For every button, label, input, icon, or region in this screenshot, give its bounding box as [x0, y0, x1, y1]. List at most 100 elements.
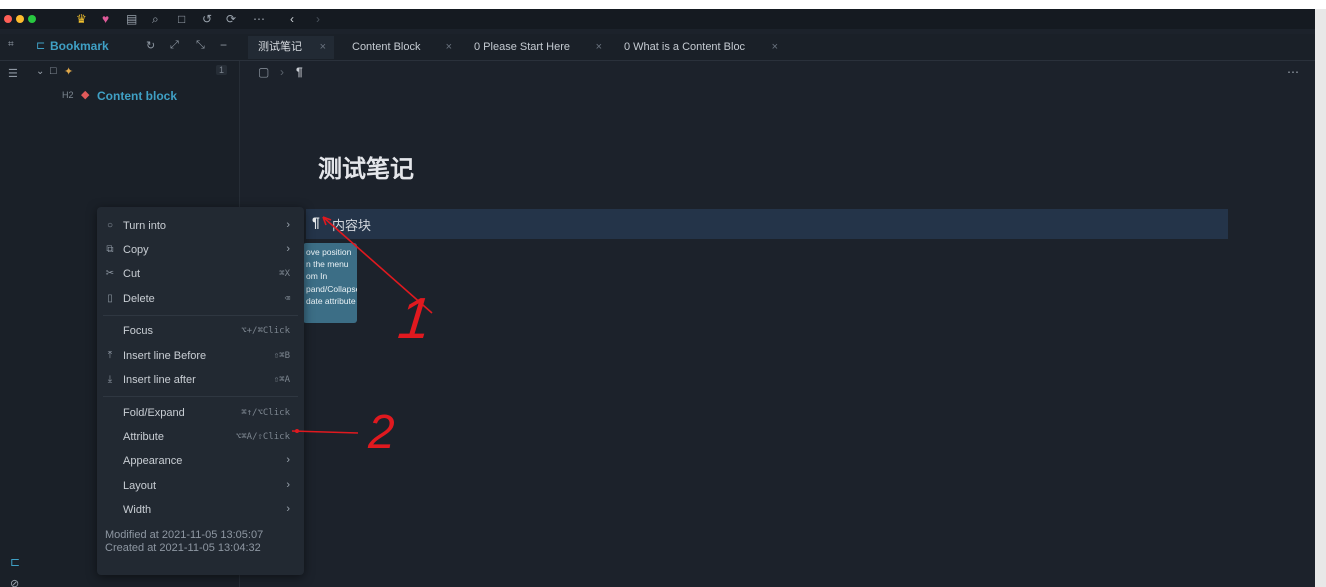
created-timestamp: Created at 2021-11-05 13:04:32	[105, 542, 261, 554]
sync-icon[interactable]: ⟳	[226, 11, 236, 27]
close-window-icon[interactable]	[4, 15, 12, 23]
close-tab-icon[interactable]: ×	[596, 36, 602, 59]
content-block[interactable]	[306, 209, 1228, 239]
circle-icon: ○	[106, 220, 114, 231]
menu-item-layout[interactable]: Layout ›	[97, 476, 304, 498]
document-title[interactable]: 测试笔记	[318, 149, 414, 184]
tab-test-note[interactable]: 测试笔记 ×	[248, 36, 334, 59]
bookmark-count-badge: 1	[216, 65, 228, 75]
menu-item-shortcut: ⌘↑/⌥Click	[241, 408, 290, 418]
tooltip-line: date attribute	[306, 295, 356, 306]
tab-content-block[interactable]: Content Block ×	[342, 36, 460, 59]
history-icon[interactable]: ↺	[202, 11, 212, 27]
menu-item-cut[interactable]: ✂ Cut ⌘X	[97, 264, 304, 286]
menu-item-shortcut: ⇧⌘B	[273, 351, 290, 361]
menu-divider	[103, 396, 298, 397]
menu-item-insert-after[interactable]: ⤓ Insert line after ⇧⌘A	[97, 370, 304, 392]
trash-icon: ▯	[107, 293, 113, 304]
chevron-right-icon: ›	[286, 479, 290, 491]
expand-icon[interactable]: ⤢	[170, 39, 179, 52]
minimize-panel-icon[interactable]: −	[220, 38, 227, 52]
menu-item-insert-before[interactable]: ⤒ Insert line Before ⇧⌘B	[97, 346, 304, 368]
tab-please-start-here[interactable]: 0 Please Start Here ×	[464, 36, 610, 59]
breadcrumb-paragraph[interactable]: ¶	[296, 65, 303, 79]
insert-after-icon: ⤓	[107, 374, 113, 385]
menu-item-label: Copy	[123, 244, 149, 256]
tag-dock-icon[interactable]: ⊘	[10, 577, 19, 587]
crown-icon[interactable]: ♛	[76, 11, 87, 27]
chevron-right-icon: ›	[286, 243, 290, 255]
collapse-icon[interactable]: ⤡	[196, 39, 205, 52]
menu-item-label: Attribute	[123, 431, 164, 443]
menu-item-width[interactable]: Width ›	[97, 500, 304, 522]
doc-tree-icon[interactable]: ☰	[8, 67, 18, 80]
block-context-menu: ○ Turn into › ⧉ Copy › ✂ Cut ⌘X ▯ Delete…	[97, 207, 304, 575]
menu-item-delete[interactable]: ▯ Delete ⌫	[97, 289, 304, 311]
close-tab-icon[interactable]: ×	[772, 36, 778, 59]
menu-item-appearance[interactable]: Appearance ›	[97, 451, 304, 473]
menu-item-fold-expand[interactable]: Fold/Expand ⌘↑/⌥Click	[97, 403, 304, 425]
outline-icon[interactable]: ⌗	[8, 39, 14, 50]
menu-item-label: Focus	[123, 325, 153, 337]
sidebar-panel-title: Bookmark	[50, 39, 109, 53]
menu-item-label: Layout	[123, 480, 157, 492]
search-icon[interactable]: ⌕	[152, 11, 159, 27]
heading-level-badge: H2	[62, 90, 74, 100]
tab-bar: ⌗ ⊏ Bookmark ↻ ⤢ ⤡ − 测试笔记 × Content Bloc…	[0, 34, 1315, 61]
menu-item-shortcut: ⌥⌘A/⇧Click	[235, 432, 290, 442]
cut-icon: ✂	[105, 268, 115, 279]
menu-item-copy[interactable]: ⧉ Copy ›	[97, 240, 304, 262]
window-edge	[1315, 9, 1326, 587]
tooltip-line: om In	[306, 271, 328, 282]
tab-label: 0 What is a Content Bloc	[624, 41, 746, 53]
back-icon[interactable]: ‹	[290, 11, 294, 27]
menu-item-shortcut: ⇧⌘A	[273, 375, 290, 385]
bookmark-icon: ⊏	[36, 40, 46, 52]
close-tab-icon[interactable]: ×	[446, 36, 452, 59]
chevron-right-icon: ›	[286, 454, 290, 466]
more-icon[interactable]: ⋯	[253, 11, 265, 27]
tooltip-line: ove position	[306, 247, 352, 257]
bookmark-item-label: Content block	[97, 89, 177, 103]
block-timestamps: Modified at 2021-11-05 13:05:07 Created …	[105, 529, 263, 555]
minimize-window-icon[interactable]	[16, 15, 24, 23]
chevron-right-icon: ›	[286, 219, 290, 231]
menu-item-shortcut: ⌥+/⌘Click	[241, 326, 290, 336]
heart-icon[interactable]: ♥	[102, 11, 109, 27]
bookmark-dock-icon[interactable]: ⊏	[10, 555, 20, 569]
menu-item-label: Cut	[123, 268, 141, 280]
menu-item-shortcut: ⌘X	[279, 269, 290, 279]
tab-label: 0 Please Start Here	[474, 41, 570, 53]
chevron-down-icon[interactable]: ⌄	[36, 66, 44, 77]
refresh-icon[interactable]: ↻	[146, 39, 155, 52]
calendar-icon[interactable]: ▤	[126, 11, 137, 27]
app-window: ♛ ♥ ▤ ⌕ □ ↺ ⟳ ⋯ ‹ › ⌗ ⊏ Bookmark ↻ ⤢ ⤡ −…	[0, 9, 1315, 587]
tab-what-is-content-block[interactable]: 0 What is a Content Bloc ×	[614, 36, 786, 59]
menu-item-label: Width	[123, 504, 152, 516]
close-tab-icon[interactable]: ×	[320, 36, 326, 59]
breadcrumb-doc-icon[interactable]: ▢	[258, 65, 269, 79]
maximize-window-icon[interactable]	[28, 15, 36, 23]
menu-item-focus[interactable]: Focus ⌥+/⌘Click	[97, 321, 304, 343]
sparkle-icon: ✦	[64, 66, 74, 78]
more-options-icon[interactable]: ⋯	[1287, 65, 1299, 79]
square-icon[interactable]: □	[178, 11, 185, 27]
top-toolbar: ♛ ♥ ▤ ⌕ □ ↺ ⟳ ⋯ ‹ ›	[0, 9, 1315, 29]
forward-icon[interactable]: ›	[316, 11, 320, 27]
menu-item-shortcut: ⌫	[284, 294, 290, 304]
block-text[interactable]: 内容块	[332, 215, 371, 234]
block-handle-icon[interactable]: ¶	[312, 214, 320, 230]
tooltip-line: pand/Collapse	[306, 283, 357, 294]
menu-item-turn-into[interactable]: ○ Turn into ›	[97, 216, 304, 238]
menu-item-label: Delete	[123, 293, 155, 305]
insert-before-icon: ⤒	[107, 350, 113, 361]
bookmark-folder-icon: □	[50, 65, 57, 77]
menu-item-label: Fold/Expand	[123, 407, 185, 419]
copy-icon: ⧉	[106, 244, 114, 255]
bookmark-tag-icon: ◆	[81, 89, 90, 101]
bookmark-item-content-block[interactable]: H2 ◆ Content block	[62, 87, 232, 105]
menu-item-label: Appearance	[123, 455, 183, 467]
chevron-right-icon: ›	[286, 503, 290, 515]
block-handle-tooltip: ove position n the menu om In pand/Colla…	[303, 243, 357, 323]
menu-item-attribute[interactable]: Attribute ⌥⌘A/⇧Click	[97, 427, 304, 449]
